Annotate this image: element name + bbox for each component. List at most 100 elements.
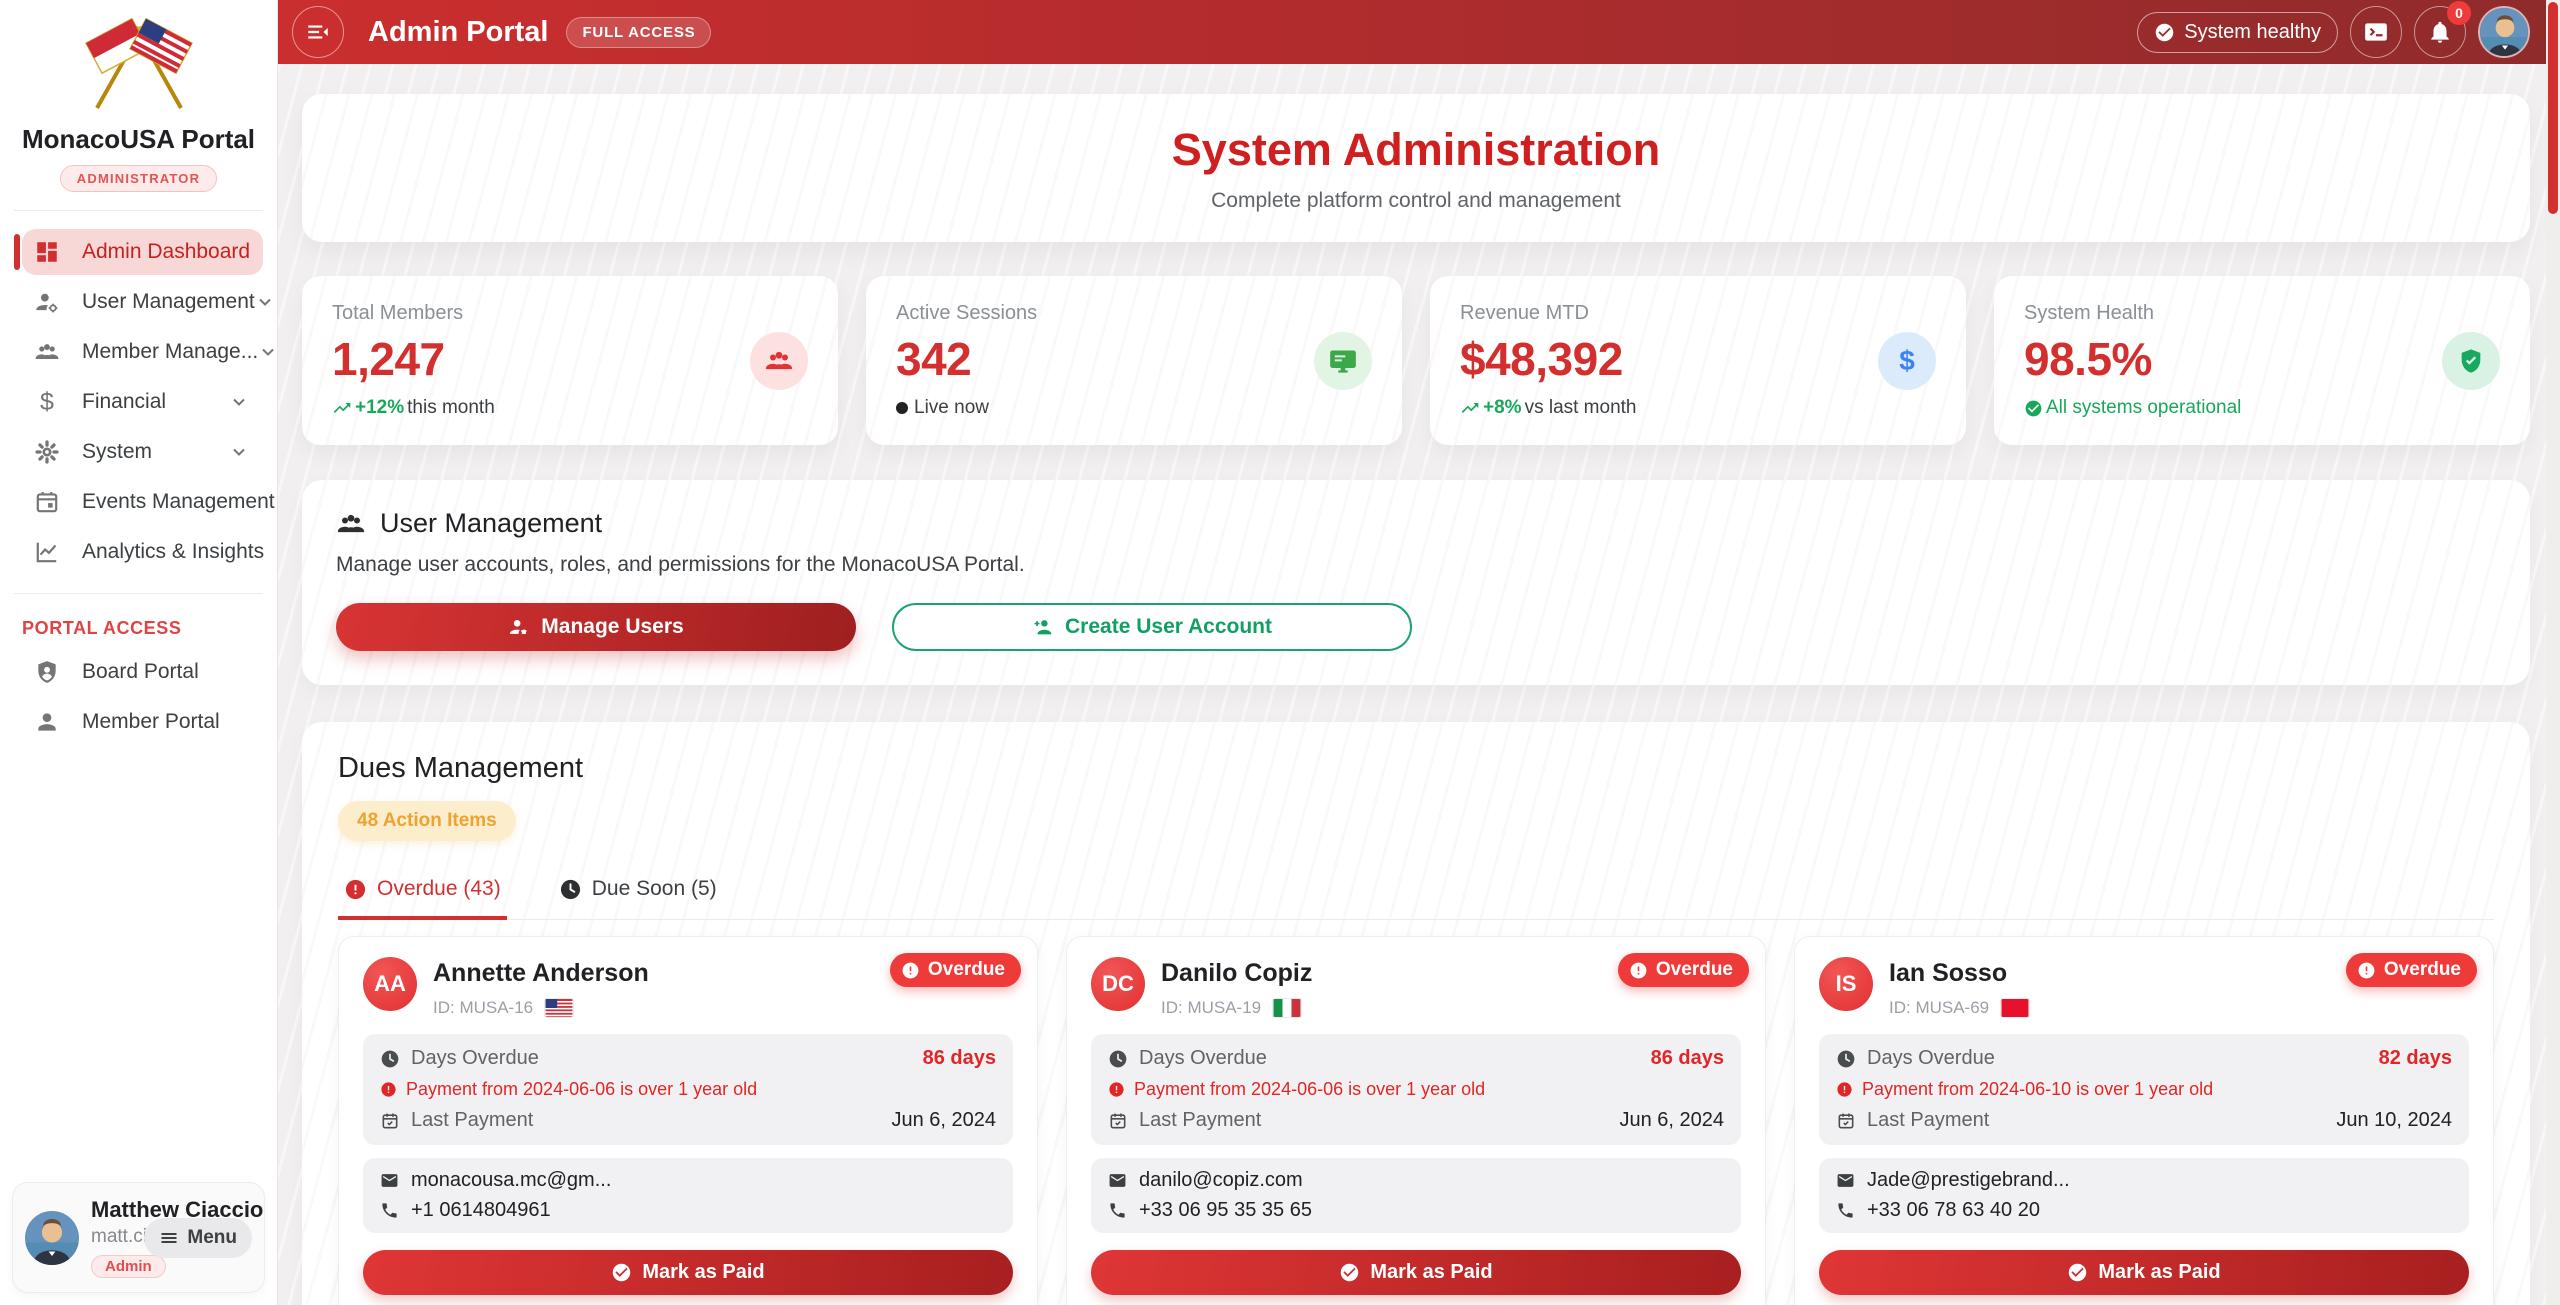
create-user-account-label: Create User Account (1065, 615, 1272, 639)
full-access-badge: FULL ACCESS (566, 17, 711, 48)
user-menu-button[interactable]: Menu (144, 1218, 252, 1258)
sidebar-item-analytics[interactable]: Analytics & Insights (22, 529, 263, 575)
sidebar-collapse-button[interactable] (292, 6, 344, 58)
sidebar-item-financial[interactable]: $ Financial (22, 379, 263, 425)
chevron-down-icon (229, 442, 249, 462)
administrator-badge: ADMINISTRATOR (60, 165, 217, 192)
dashboard-icon (34, 239, 60, 265)
sidebar-item-member-management[interactable]: Member Manage... (22, 329, 263, 375)
sidebar-item-user-management[interactable]: User Management (22, 279, 263, 325)
payment-warning: Payment from 2024-06-06 is over 1 year o… (406, 1079, 757, 1100)
member-name: Ian Sosso (1889, 959, 2029, 988)
top-header: Admin Portal FULL ACCESS System healthy … (278, 0, 2560, 64)
brand-logo (0, 0, 277, 116)
user-management-title: User Management (380, 508, 602, 539)
divider (14, 593, 263, 594)
stat-change: +12% (355, 397, 404, 419)
portal-access-label: PORTAL ACCESS (22, 618, 277, 639)
member-id: ID: MUSA-69 (1889, 998, 1989, 1018)
stat-change: +8% (1483, 397, 1522, 419)
person-icon (34, 709, 60, 735)
calendar-check-icon (380, 1111, 400, 1131)
sidebar-item-label: Analytics & Insights (82, 540, 264, 564)
hamburger-icon (159, 1228, 179, 1248)
clock-icon (380, 1049, 400, 1069)
sidebar-item-system[interactable]: System (22, 429, 263, 475)
member-id: ID: MUSA-19 (1161, 998, 1261, 1018)
mark-as-paid-button[interactable]: Mark as Paid (1091, 1250, 1741, 1295)
menu-button-label: Menu (187, 1227, 237, 1249)
stat-value: 98.5% (2024, 332, 2500, 386)
check-circle-icon (1339, 1262, 1360, 1283)
system-health-chip[interactable]: System healthy (2137, 12, 2338, 53)
stat-card-active-sessions: Active Sessions 342 Live now (866, 276, 1402, 445)
clock-icon (1836, 1049, 1856, 1069)
avatar: DC (1091, 957, 1145, 1011)
scrollbar-thumb[interactable] (2548, 2, 2558, 214)
live-dot (896, 402, 908, 414)
admin-badge: Admin (91, 1255, 166, 1278)
member-card: Overdue IS Ian Sosso ID: MUSA-69 (1794, 936, 2494, 1305)
sidebar-item-label: User Management (82, 290, 255, 314)
calendar-check-icon (1836, 1111, 1856, 1131)
stats-row: Total Members 1,247 +12% this month Acti… (302, 276, 2530, 445)
page-title: Admin Portal (368, 16, 548, 49)
clock-icon (559, 878, 582, 901)
stat-value: $48,392 (1460, 332, 1936, 386)
member-card-grid: Overdue AA Annette Anderson ID: MUSA-16 (338, 936, 2494, 1305)
dues-tabs: Overdue (43) Due Soon (5) (338, 871, 2494, 920)
sidebar-nav: Admin Dashboard User Management Member M… (0, 229, 277, 575)
sidebar-item-admin-dashboard[interactable]: Admin Dashboard (22, 229, 263, 275)
member-email: Jade@prestigebrand... (1867, 1169, 2070, 1192)
terminal-button[interactable] (2350, 6, 2402, 58)
member-phone: +33 06 95 35 35 65 (1139, 1199, 1312, 1222)
user-gear-icon (34, 289, 60, 315)
last-payment-label: Last Payment (411, 1109, 533, 1132)
notification-count-badge: 0 (2447, 1, 2471, 25)
days-overdue-label: Days Overdue (1139, 1047, 1267, 1070)
manage-users-button[interactable]: Manage Users (336, 603, 856, 651)
mark-as-paid-button[interactable]: Mark as Paid (363, 1250, 1013, 1295)
mark-as-paid-button[interactable]: Mark as Paid (1819, 1250, 2469, 1295)
brand-title: MonacoUSA Portal (0, 124, 277, 155)
stat-card-system-health: System Health 98.5% All systems operatio… (1994, 276, 2530, 445)
sidebar-item-label: Events Management (82, 490, 275, 514)
days-overdue-label: Days Overdue (411, 1047, 539, 1070)
sidebar-item-label: Financial (82, 390, 166, 414)
check-circle-icon (2024, 399, 2043, 418)
sidebar-item-member-portal[interactable]: Member Portal (22, 699, 263, 745)
last-payment-label: Last Payment (1867, 1109, 1989, 1132)
create-user-account-button[interactable]: Create User Account (892, 603, 1412, 651)
stat-value: 1,247 (332, 332, 808, 386)
crossed-flags-logo (75, 16, 203, 116)
trend-up-icon (1460, 398, 1480, 418)
monaco-flag-icon (2001, 999, 2029, 1017)
days-overdue-value: 86 days (923, 1047, 996, 1070)
payment-warning: Payment from 2024-06-10 is over 1 year o… (1862, 1079, 2213, 1100)
header-avatar[interactable] (2478, 6, 2530, 58)
monitor-icon (1314, 332, 1372, 390)
us-flag-icon (545, 999, 573, 1017)
user-management-description: Manage user accounts, roles, and permiss… (336, 553, 2496, 577)
tab-due-soon-label: Due Soon (5) (592, 877, 717, 901)
check-circle-icon (611, 1262, 632, 1283)
mail-icon (380, 1171, 399, 1190)
status-badge: Overdue (890, 953, 1021, 987)
user-management-panel: User Management Manage user accounts, ro… (302, 480, 2530, 685)
sidebar-item-board-portal[interactable]: Board Portal (22, 649, 263, 695)
tab-due-soon[interactable]: Due Soon (5) (553, 871, 723, 920)
user-gear-icon (508, 616, 530, 638)
phone-icon (380, 1201, 399, 1220)
stat-label: System Health (2024, 302, 2500, 325)
sidebar-item-label: Board Portal (82, 660, 199, 684)
tab-overdue[interactable]: Overdue (43) (338, 871, 507, 920)
check-circle-icon (2067, 1262, 2088, 1283)
stat-value: 342 (896, 332, 1372, 386)
status-badge: Overdue (1618, 953, 1749, 987)
check-circle-icon (2154, 22, 2175, 43)
sidebar-item-events-management[interactable]: Events Management (22, 479, 263, 525)
action-items-badge: 48 Action Items (338, 801, 516, 841)
stat-change-suffix: vs last month (1525, 397, 1637, 419)
hero-banner: System Administration Complete platform … (302, 94, 2530, 242)
shield-person-icon (34, 659, 60, 685)
